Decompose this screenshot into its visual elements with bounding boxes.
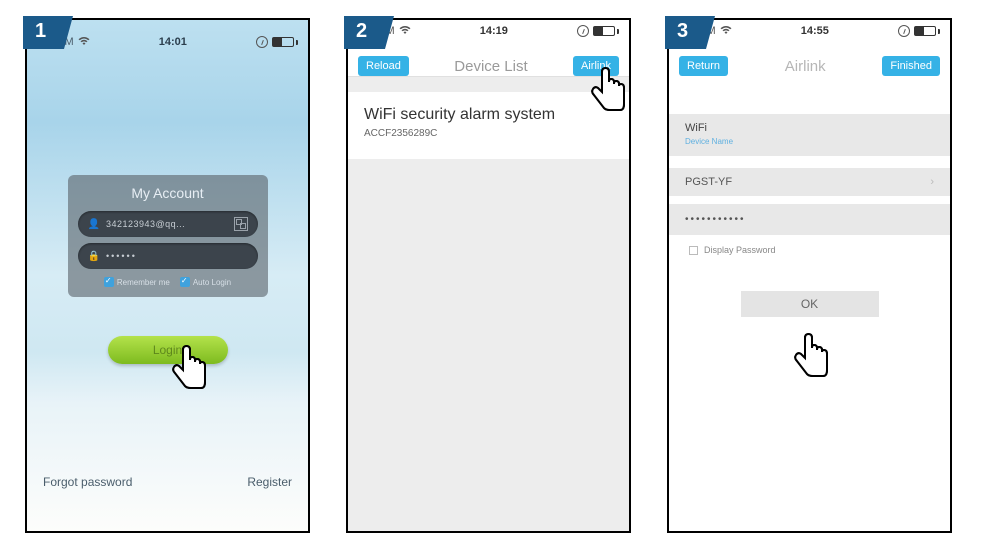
orientation-lock-icon	[577, 25, 589, 37]
wifi-ssid: PGST-YF	[685, 176, 732, 188]
auto-login-checkbox[interactable]: Auto Login	[180, 277, 231, 287]
auto-login-label: Auto Login	[193, 278, 231, 287]
battery-icon	[914, 26, 940, 37]
register-link[interactable]: Register	[247, 475, 292, 489]
ok-button[interactable]: OK	[741, 291, 879, 317]
checkbox-icon	[180, 277, 190, 287]
forgot-password-link[interactable]: Forgot password	[43, 475, 132, 489]
remember-me-checkbox[interactable]: Remember me	[104, 277, 170, 287]
page-title: Device List	[454, 58, 527, 75]
wifi-ssid-row[interactable]: PGST-YF ›	[669, 168, 950, 196]
account-title: My Account	[78, 185, 258, 201]
battery-icon	[272, 37, 298, 48]
step-3-wrapper: 3 No SIM 14:55	[667, 18, 952, 533]
phone-2: No SIM 14:19	[346, 18, 631, 533]
login-button-label: Login	[153, 343, 182, 357]
clock-time: 14:19	[480, 25, 508, 37]
ok-button-label: OK	[801, 297, 818, 311]
step-1-wrapper: 1 No SIM 14:01	[25, 18, 310, 533]
login-button[interactable]: Login	[108, 336, 228, 364]
return-button[interactable]: Return	[679, 56, 728, 76]
password-value: ••••••	[106, 251, 248, 261]
device-id: ACCF2356289C	[364, 128, 613, 139]
orientation-lock-icon	[898, 25, 910, 37]
wifi-password-value: •••••••••••	[685, 214, 746, 225]
username-field[interactable]: 👤 342123943@qq...	[78, 211, 258, 237]
checkbox-icon	[104, 277, 114, 287]
wifi-icon	[78, 36, 90, 49]
device-list-item[interactable]: WiFi security alarm system ACCF2356289C	[348, 92, 629, 159]
user-icon: 👤	[88, 219, 100, 230]
phone-3: No SIM 14:55	[667, 18, 952, 533]
wifi-icon	[399, 25, 411, 38]
chevron-right-icon: ›	[930, 176, 934, 188]
account-panel: My Account 👤 342123943@qq... 🔒 •••••• Re	[68, 175, 268, 297]
page-title: Airlink	[785, 58, 826, 75]
checkbox-icon	[689, 246, 698, 255]
password-field[interactable]: 🔒 ••••••	[78, 243, 258, 269]
qr-icon[interactable]	[234, 217, 248, 231]
wifi-section-header: WiFi Device Name	[669, 114, 950, 156]
wifi-password-field[interactable]: •••••••••••	[669, 204, 950, 235]
remember-me-label: Remember me	[117, 278, 170, 287]
clock-time: 14:55	[801, 25, 829, 37]
cursor-hand-icon	[791, 332, 835, 387]
finished-button[interactable]: Finished	[882, 56, 940, 76]
phone-1: No SIM 14:01 My Account	[25, 18, 310, 533]
username-value: 342123943@qq...	[106, 219, 228, 229]
device-name-label: Device Name	[685, 137, 934, 146]
reload-button[interactable]: Reload	[358, 56, 409, 76]
step-2-wrapper: 2 No SIM 14:19	[346, 18, 631, 533]
battery-icon	[593, 26, 619, 37]
device-name: WiFi security alarm system	[364, 106, 613, 124]
airlink-button[interactable]: Airlink	[573, 56, 619, 76]
orientation-lock-icon	[256, 36, 268, 48]
display-password-checkbox[interactable]: Display Password	[669, 245, 950, 255]
lock-icon: 🔒	[88, 251, 100, 262]
clock-time: 14:01	[159, 36, 187, 48]
wifi-label: WiFi	[685, 122, 934, 134]
wifi-icon	[720, 25, 732, 38]
display-password-label: Display Password	[704, 245, 776, 255]
